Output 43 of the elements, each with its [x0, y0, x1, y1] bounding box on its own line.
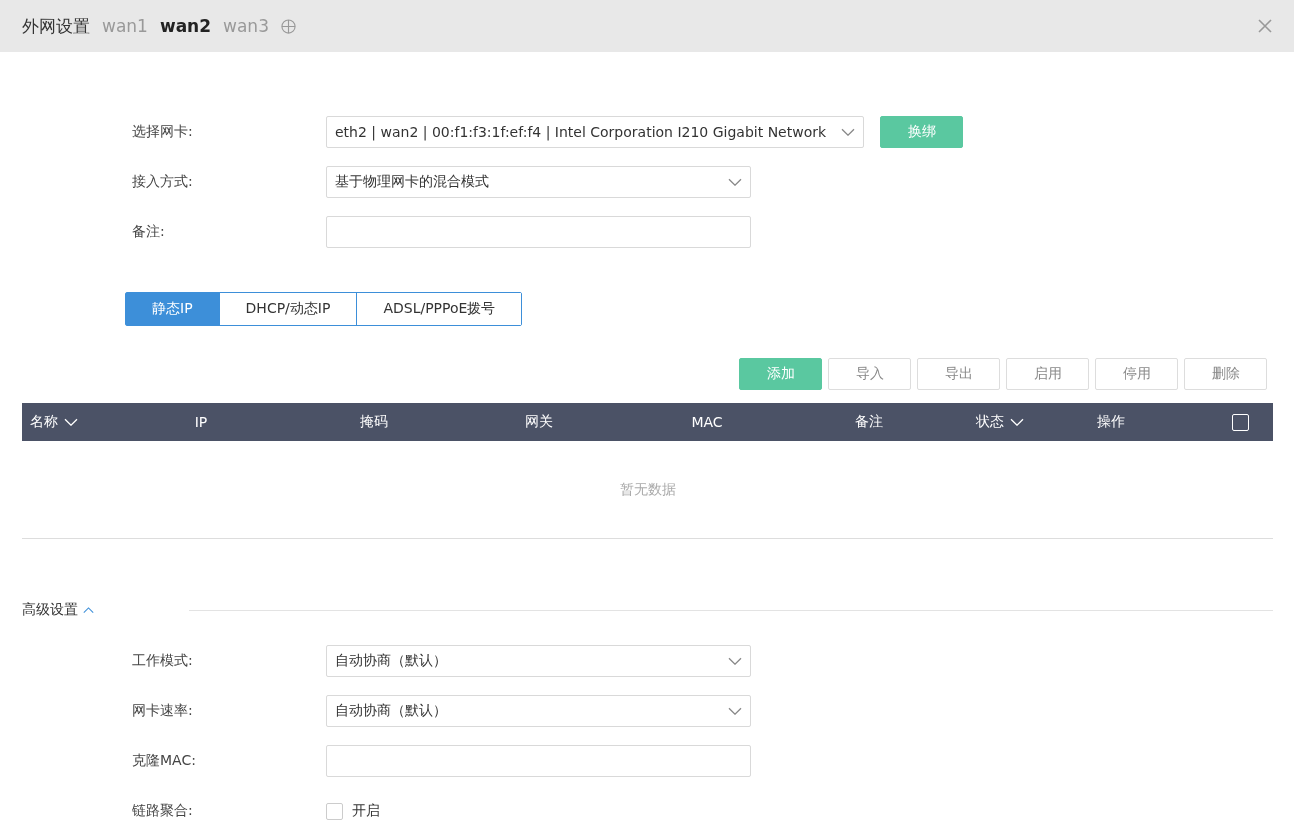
- column-header: 掩码: [360, 413, 388, 431]
- chevron-down-icon: [728, 656, 742, 666]
- column-header: 网关: [525, 413, 553, 431]
- chevron-down-icon: [728, 706, 742, 716]
- add-circle-icon[interactable]: [280, 18, 296, 34]
- field-label: 工作模式:: [132, 652, 194, 670]
- toolbar-button[interactable]: 导出: [917, 358, 1000, 390]
- column-header[interactable]: 名称: [22, 413, 78, 431]
- field-label: 接入方式:: [132, 173, 194, 191]
- select-field[interactable]: 自动协商（默认）: [326, 645, 751, 677]
- toolbar-button[interactable]: 启用: [1006, 358, 1089, 390]
- select-field[interactable]: 基于物理网卡的混合模式: [326, 166, 751, 198]
- chevron-down-icon: [841, 127, 855, 137]
- field-label: 备注:: [132, 223, 166, 241]
- empty-message: 暂无数据: [619, 480, 676, 499]
- column-header: 备注: [855, 413, 883, 431]
- section-title[interactable]: 高级设置: [22, 601, 78, 619]
- checkbox-label: 开启: [352, 802, 380, 820]
- sort-chevron-icon: [1010, 417, 1024, 427]
- column-header: MAC: [691, 414, 723, 430]
- select-all-checkbox[interactable]: [1232, 413, 1249, 431]
- field-label: 链路聚合:: [132, 802, 194, 820]
- select-field[interactable]: 自动协商（默认）: [326, 695, 751, 727]
- close-icon[interactable]: [1258, 19, 1272, 33]
- toolbar-button[interactable]: 删除: [1184, 358, 1267, 390]
- window-title: 外网设置: [22, 14, 90, 38]
- field-label: 选择网卡:: [132, 123, 194, 141]
- sort-chevron-icon: [64, 417, 78, 427]
- toolbar-button[interactable]: 导入: [828, 358, 911, 390]
- field-label: 网卡速率:: [132, 702, 194, 720]
- wan-tab[interactable]: wan2: [159, 16, 212, 36]
- mode-tab[interactable]: ADSL/PPPoE拨号: [356, 293, 522, 325]
- input-field[interactable]: [326, 216, 751, 248]
- checkbox[interactable]: [326, 802, 343, 820]
- column-header[interactable]: 状态: [976, 413, 1024, 431]
- input-field[interactable]: [326, 745, 751, 777]
- chevron-up-icon[interactable]: [83, 606, 94, 614]
- toolbar-button[interactable]: 停用: [1095, 358, 1178, 390]
- column-header: 操作: [1097, 413, 1125, 431]
- column-header: IP: [194, 414, 208, 430]
- chevron-down-icon: [728, 177, 742, 187]
- select-field[interactable]: eth2 | wan2 | 00:f1:f3:1f:ef:f4 | Intel Corporation I210 Gigabit Network: [326, 116, 864, 148]
- field-label: 克隆MAC:: [132, 752, 197, 770]
